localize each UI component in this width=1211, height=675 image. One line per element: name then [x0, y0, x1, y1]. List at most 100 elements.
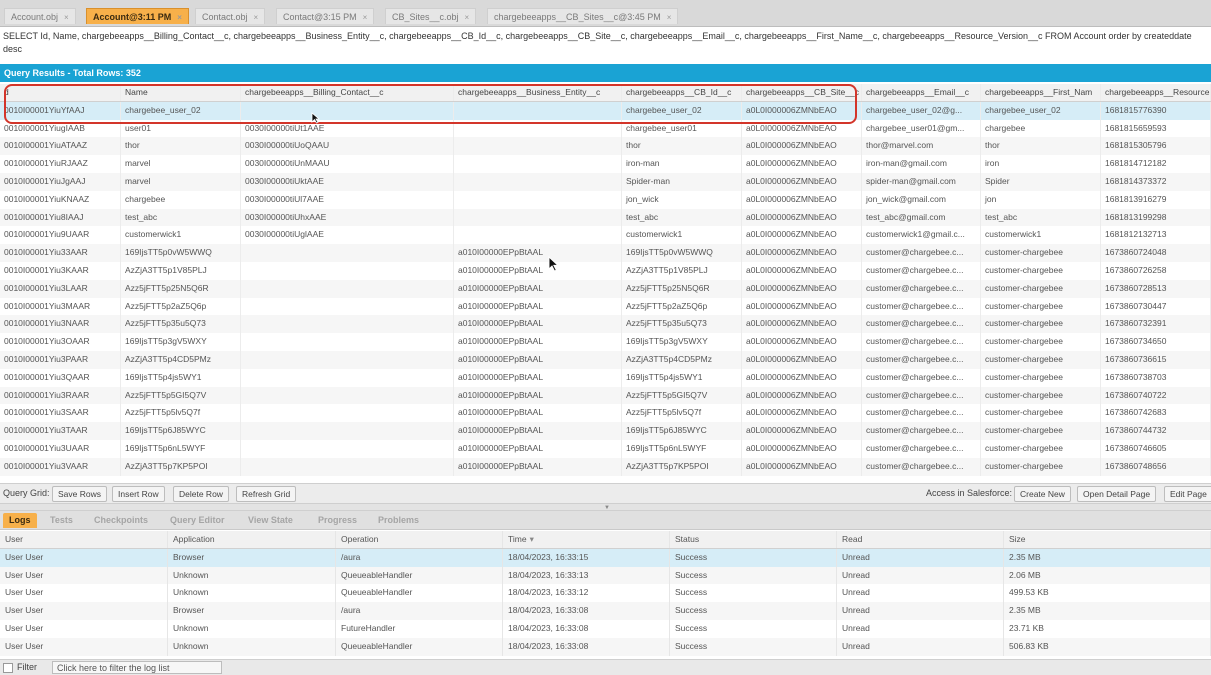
grid-cell[interactable]: 169IjsTT5p3gV5WXY	[121, 333, 241, 351]
grid-cell[interactable]: a0L0I000006ZMNbEAO	[742, 297, 862, 316]
grid-cell[interactable]: customer@chargebee.c...	[862, 315, 981, 334]
grid-cell[interactable]: customer@chargebee.c...	[862, 244, 981, 262]
grid-cell[interactable]: 169IjsTT5p4js5WY1	[622, 368, 742, 387]
column-header[interactable]: chargebeeapps__Billing_Contact__c	[241, 84, 454, 101]
grid-cell[interactable]: customer-chargebee	[981, 262, 1101, 280]
grid-cell[interactable]: 0010I00001Yiu3NAAR	[0, 315, 121, 334]
grid-cell[interactable]	[241, 244, 454, 262]
close-icon[interactable]: ×	[465, 13, 470, 22]
grid-cell[interactable]: 0010I00001YiugIAAB	[0, 119, 121, 138]
grid-cell[interactable]: a0L0I000006ZMNbEAO	[742, 422, 862, 440]
grid-cell[interactable]: 1681814373372	[1101, 173, 1211, 191]
panel-splitter[interactable]: ▼	[0, 503, 1211, 511]
grid-cell[interactable]: thor	[622, 137, 742, 156]
grid-cell[interactable]: 1673860728513	[1101, 279, 1211, 298]
grid-cell[interactable]: a0L0I000006ZMNbEAO	[742, 226, 862, 245]
tab-contact-obj[interactable]: Contact.obj ×	[195, 8, 266, 24]
column-header[interactable]: chargebeeapps__CB_Site__c	[742, 84, 862, 101]
grid-cell[interactable]: a010I00000EPpBtAAL	[454, 262, 622, 280]
grid-cell[interactable]: 1673860748656	[1101, 457, 1211, 476]
grid-cell[interactable]: 1673860738703	[1101, 368, 1211, 387]
grid-cell[interactable]: 0030I00000tiUt1AAE	[241, 119, 454, 138]
grid-cell[interactable]: 1681815305796	[1101, 137, 1211, 156]
grid-cell[interactable]	[241, 404, 454, 423]
table-row[interactable]: 0010I00001YiuYfAAJ chargebee_user_02 charg…	[0, 101, 1211, 120]
grid-cell[interactable]	[241, 457, 454, 476]
grid-cell[interactable]: iron-man@gmail.com	[862, 155, 981, 173]
grid-cell[interactable]: a0L0I000006ZMNbEAO	[742, 440, 862, 458]
grid-cell[interactable]: chargebee_user01	[622, 119, 742, 138]
grid-cell[interactable]: 169IjsTT5p0vW5WWQ	[121, 244, 241, 262]
grid-cell[interactable]	[454, 208, 622, 227]
log-column-header[interactable]: Application	[168, 531, 336, 548]
save-rows-button[interactable]: Save Rows	[52, 486, 107, 502]
grid-cell[interactable]: 1681813916279	[1101, 190, 1211, 209]
grid-cell[interactable]: a0L0I000006ZMNbEAO	[742, 386, 862, 405]
grid-cell[interactable]	[454, 137, 622, 156]
grid-cell[interactable]: 0010I00001Yiu3SAAR	[0, 404, 121, 423]
tab-account-obj[interactable]: Account.obj ×	[4, 8, 76, 24]
table-row[interactable]: 0010I00001Yiu3OAAR 169IjsTT5p3gV5WXY a010I…	[0, 333, 1211, 351]
table-row[interactable]: 0010I00001Yiu3QAAR 169IjsTT5p4js5WY1 a010I…	[0, 368, 1211, 387]
grid-cell[interactable]: 0010I00001YiuATAAZ	[0, 137, 121, 156]
grid-cell[interactable]: Azz5jFTT5p5GI5Q7V	[622, 386, 742, 405]
grid-cell[interactable]: 1681813199298	[1101, 208, 1211, 227]
close-icon[interactable]: ×	[254, 13, 259, 22]
delete-row-button[interactable]: Delete Row	[173, 486, 229, 502]
grid-cell[interactable]: a010I00000EPpBtAAL	[454, 422, 622, 440]
grid-cell[interactable]: customer@chargebee.c...	[862, 351, 981, 369]
grid-cell[interactable]	[241, 440, 454, 458]
grid-cell[interactable]: marvel	[121, 155, 241, 173]
grid-cell[interactable]: 0010I00001Yiu3PAAR	[0, 351, 121, 369]
grid-cell[interactable]: a010I00000EPpBtAAL	[454, 386, 622, 405]
grid-cell[interactable]: a0L0I000006ZMNbEAO	[742, 101, 862, 120]
grid-cell[interactable]: 169IjsTT5p0vW5WWQ	[622, 244, 742, 262]
grid-cell[interactable]	[241, 315, 454, 334]
tab-logs[interactable]: Logs	[3, 513, 37, 528]
grid-cell[interactable]: 1673860744732	[1101, 422, 1211, 440]
grid-cell[interactable]: a0L0I000006ZMNbEAO	[742, 173, 862, 191]
tab-view-state[interactable]: View State	[242, 513, 299, 528]
filter-checkbox[interactable]	[3, 663, 13, 673]
grid-cell[interactable]: jon	[981, 190, 1101, 209]
grid-cell[interactable]	[241, 368, 454, 387]
grid-cell[interactable]: 0010I00001Yiu3MAAR	[0, 297, 121, 316]
grid-cell[interactable]: chargebee_user_02	[121, 101, 241, 120]
query-editor-text[interactable]: SELECT Id, Name, chargebeeapps__Billing_…	[3, 30, 1211, 60]
grid-cell[interactable]: customer@chargebee.c...	[862, 262, 981, 280]
grid-cell[interactable]: a0L0I000006ZMNbEAO	[742, 119, 862, 138]
grid-cell[interactable]: AzZjA3TT5p4CD5PMz	[121, 351, 241, 369]
table-row[interactable]: 0010I00001YiuKNAAZ chargebee 0030I00000tiU…	[0, 190, 1211, 209]
tab-checkpoints[interactable]: Checkpoints	[88, 513, 154, 528]
grid-cell[interactable]: customer@chargebee.c...	[862, 457, 981, 476]
grid-cell[interactable]: 0030I00000tiUnMAAU	[241, 155, 454, 173]
grid-cell[interactable]: 0010I00001Yiu33AAR	[0, 244, 121, 262]
grid-cell[interactable]	[241, 262, 454, 280]
log-row[interactable]: User User Unknown FutureHandler 18/04/2023,…	[0, 620, 1211, 638]
grid-cell[interactable]: customer-chargebee	[981, 368, 1101, 387]
grid-cell[interactable]: a010I00000EPpBtAAL	[454, 333, 622, 351]
grid-cell[interactable]: 0010I00001Yiu3VAAR	[0, 457, 121, 476]
grid-cell[interactable]: a010I00000EPpBtAAL	[454, 244, 622, 262]
grid-cell[interactable]: 0010I00001Yiu3RAAR	[0, 386, 121, 405]
grid-cell[interactable]	[241, 279, 454, 298]
grid-cell[interactable]: thor	[981, 137, 1101, 156]
grid-cell[interactable]: customer-chargebee	[981, 315, 1101, 334]
grid-cell[interactable]: 169IjsTT5p3gV5WXY	[622, 333, 742, 351]
grid-cell[interactable]: Spider	[981, 173, 1101, 191]
grid-cell[interactable]: a010I00000EPpBtAAL	[454, 440, 622, 458]
log-row[interactable]: User User Browser/aura 18/04/2023, 16:33:1…	[0, 548, 1211, 567]
table-row[interactable]: 0010I00001Yiu33AAR 169IjsTT5p0vW5WWQ a010I…	[0, 244, 1211, 262]
grid-cell[interactable]: 1673860736615	[1101, 351, 1211, 369]
grid-cell[interactable]: thor@marvel.com	[862, 137, 981, 156]
table-row[interactable]: 0010I00001Yiu3PAAR AzZjA3TT5p4CD5PMz a010I…	[0, 351, 1211, 369]
tab-cb-sites-query[interactable]: chargebeeapps__CB_Sites__c@3:45 PM ×	[487, 8, 679, 24]
grid-cell[interactable]: customer@chargebee.c...	[862, 368, 981, 387]
grid-cell[interactable]: 0010I00001Yiu3QAAR	[0, 368, 121, 387]
grid-cell[interactable]: Azz5jFTT5p25N5Q6R	[622, 279, 742, 298]
tab-query-editor[interactable]: Query Editor	[164, 513, 231, 528]
create-new-button[interactable]: Create New	[1014, 486, 1071, 502]
grid-cell[interactable]: chargebee_user_02@g...	[862, 101, 981, 120]
grid-cell[interactable]: customer@chargebee.c...	[862, 297, 981, 316]
grid-cell[interactable]: AzZjA3TT5p1V85PLJ	[121, 262, 241, 280]
